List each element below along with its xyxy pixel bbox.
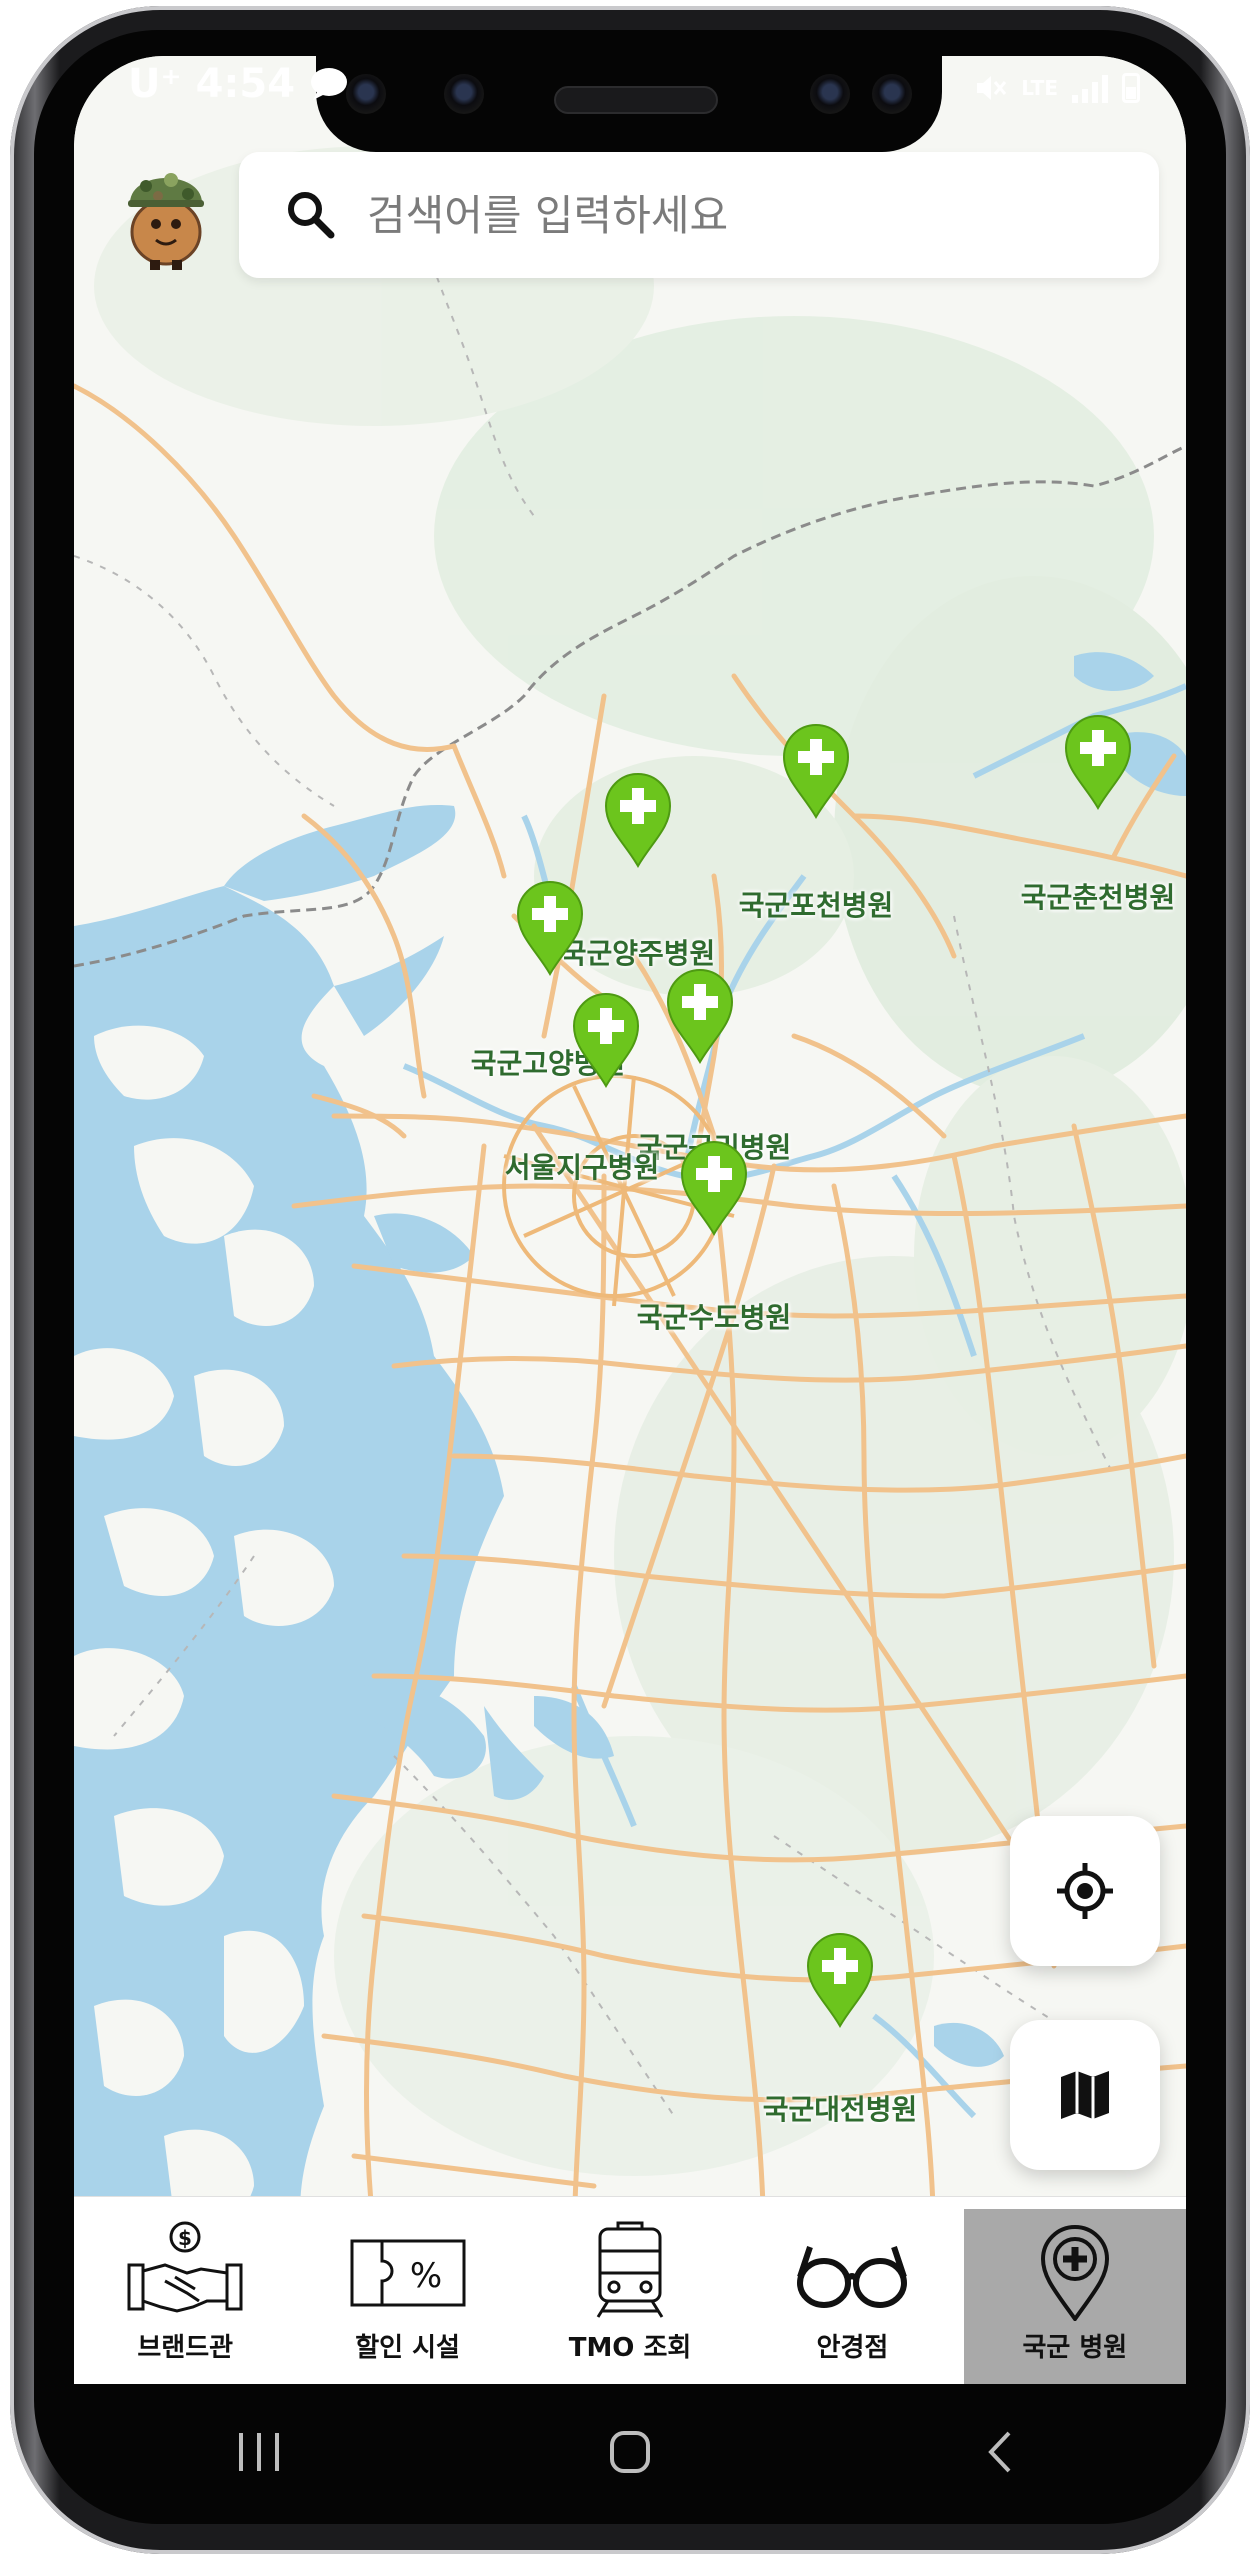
hospital-pin-icon xyxy=(604,773,672,868)
svg-text:%: % xyxy=(409,2256,441,2296)
hospital-pin-icon xyxy=(680,1141,748,1236)
back-icon xyxy=(987,2431,1011,2473)
hospital-marker-label: 국군대전병원 xyxy=(762,2093,918,2126)
soldier-avatar[interactable] xyxy=(116,156,216,272)
hospital-marker[interactable] xyxy=(804,1932,876,2028)
nav-optician[interactable]: 안경점 xyxy=(741,2197,963,2384)
hospital-pin-icon xyxy=(1040,2225,1109,2321)
mute-icon xyxy=(977,76,1007,100)
camera-lens-icon xyxy=(346,74,386,114)
hospital-marker[interactable] xyxy=(1062,714,1134,810)
map-type-button[interactable] xyxy=(1010,2020,1160,2170)
hospital-pin-icon xyxy=(782,724,850,819)
current-location-button[interactable] xyxy=(1010,1816,1160,1966)
glasses-icon xyxy=(797,2246,908,2308)
sensor-icon xyxy=(444,74,484,114)
hospital-marker[interactable] xyxy=(570,992,642,1088)
nav-label: 브랜드관 xyxy=(137,2333,234,2363)
hospital-marker-label: 국군포천병원 xyxy=(738,889,894,922)
camera-lens-icon xyxy=(872,74,912,114)
hospital-pin-icon xyxy=(666,969,734,1064)
hospital-marker[interactable] xyxy=(664,968,736,1064)
crosshair-icon xyxy=(1057,1863,1113,1919)
hospital-marker-label: 국군수도병원 xyxy=(636,1301,792,1334)
recents-icon xyxy=(239,2433,280,2471)
svg-text:$: $ xyxy=(178,2226,192,2250)
search-bar[interactable] xyxy=(239,152,1159,278)
ticket-percent-icon: % xyxy=(350,2239,466,2307)
sensor-icon xyxy=(810,74,850,114)
signal-icon xyxy=(1072,73,1108,103)
phone-frame: U⁺ 4:54 LTE 검색어를 입력하세요 국군포천병원 국군춘천병원 국군양… xyxy=(0,0,1260,2560)
nav-label: 국군 병원 xyxy=(1022,2333,1128,2363)
home-button[interactable] xyxy=(570,2412,690,2492)
back-button[interactable] xyxy=(941,2412,1061,2492)
hospital-pin-icon xyxy=(516,881,584,976)
train-icon xyxy=(596,2221,664,2318)
status-bar-right: LTE xyxy=(973,60,1140,116)
camera-notch xyxy=(316,56,942,152)
hospital-marker[interactable] xyxy=(780,723,852,819)
nav-label: 할인 시설 xyxy=(355,2333,460,2363)
status-bar-left: U⁺ 4:54 xyxy=(128,56,349,112)
nav-discount-facilities[interactable]: % 할인 시설 xyxy=(296,2197,518,2384)
carrier-label: U⁺ xyxy=(128,61,182,107)
system-navigation-bar xyxy=(74,2384,1186,2520)
map-icon xyxy=(1061,2071,1109,2119)
nav-brand-hall[interactable]: $ 브랜드관 xyxy=(74,2197,296,2384)
hospital-pin-icon xyxy=(1064,715,1132,810)
battery-icon xyxy=(1122,73,1140,103)
search-icon[interactable] xyxy=(283,187,339,243)
hospital-marker[interactable] xyxy=(602,772,674,868)
hospital-pin-icon xyxy=(806,1933,874,2028)
earpiece-speaker xyxy=(554,86,718,114)
nav-tmo-search[interactable]: TMO 조회 xyxy=(519,2197,741,2384)
hospital-marker-label: 서울지구병원 xyxy=(504,1151,660,1184)
recent-apps-button[interactable] xyxy=(199,2412,319,2492)
search-input[interactable] xyxy=(365,189,1129,241)
nav-label: TMO 조회 xyxy=(568,2333,692,2363)
hospital-marker-label: 국군춘천병원 xyxy=(1020,881,1176,914)
handshake-dollar-icon: $ xyxy=(127,2221,243,2313)
home-icon xyxy=(609,2431,650,2473)
hospital-marker[interactable] xyxy=(514,880,586,976)
network-type: LTE xyxy=(1021,76,1058,100)
nav-label: 안경점 xyxy=(816,2333,889,2363)
clock: 4:54 xyxy=(195,61,296,107)
nav-military-hospital[interactable]: 국군 병원 xyxy=(963,2209,1186,2384)
chat-bubble-icon xyxy=(311,68,348,100)
hospital-pin-icon xyxy=(572,993,640,1088)
bottom-navigation: $ 브랜드관 % 할인 시설 TMO 조회 안경점 국군 병원 xyxy=(74,2196,1186,2384)
app-screen: 국군포천병원국군춘천병원국군양주병원국군고양병원국군구리병원서울지구병원국군수도… xyxy=(74,56,1186,2384)
hospital-marker[interactable] xyxy=(678,1140,750,1236)
